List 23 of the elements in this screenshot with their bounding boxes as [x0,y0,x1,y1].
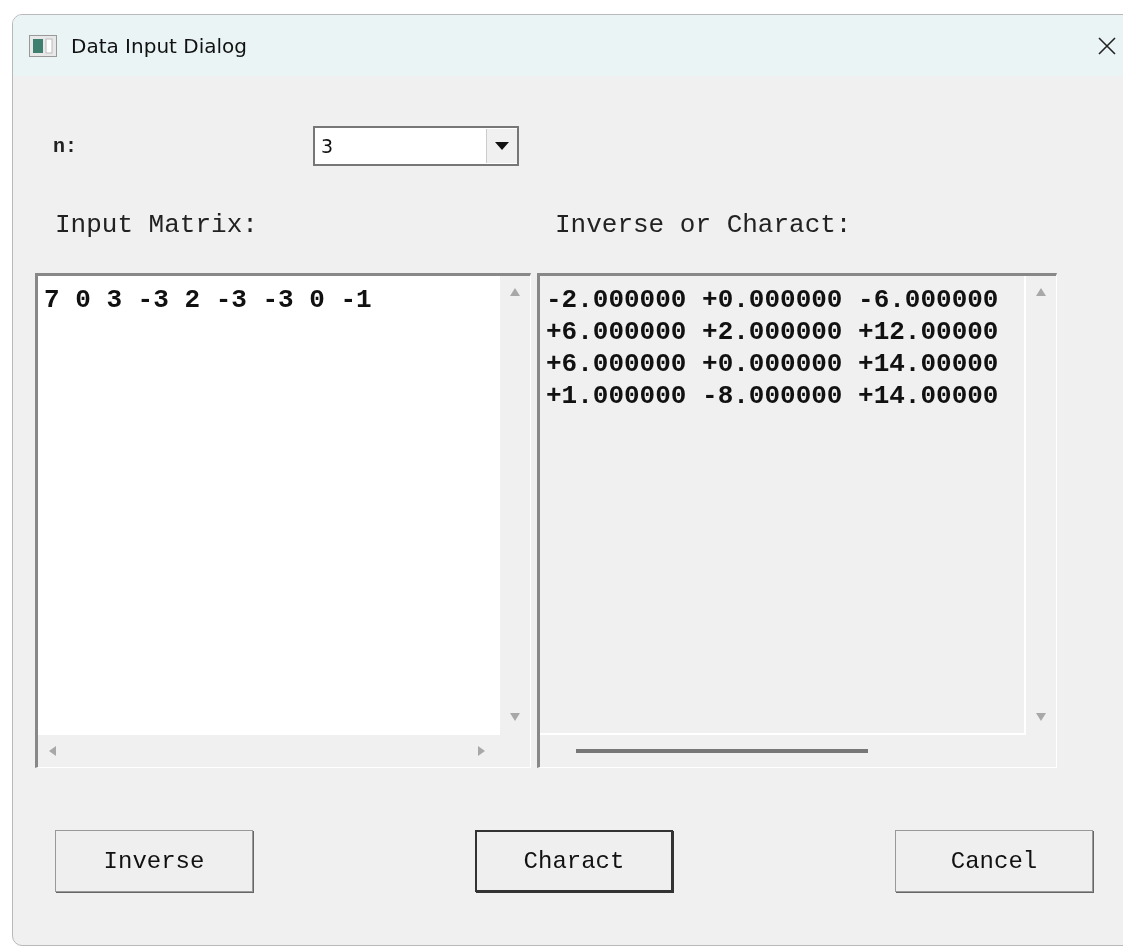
result-line: +6.000000 +2.000000 +12.00000 [546,316,1000,348]
dropdown-arrow-icon[interactable] [495,142,509,150]
n-dropdown[interactable]: 3 [313,126,519,166]
scroll-up-icon[interactable] [1034,286,1048,298]
input-matrix-label: Input Matrix: [55,210,258,240]
result-line: +1.000000 -8.000000 +14.00000 [546,380,1000,412]
close-icon[interactable] [1097,35,1117,56]
matrix-line: 7 0 3 -3 2 -3 -3 0 -1 [44,284,373,316]
dialog-button[interactable]: Cancel [895,830,1093,892]
app-icon [29,34,57,57]
scroll-up-icon[interactable] [508,286,522,298]
result-field[interactable]: -2.000000 +0.000000 -6.000000 +6.000000 +2.000000 +12.00000 +6.000000 +0.000000 +14.00000 +1.000000 -8.000000 +14.00000 [537,273,1057,768]
scroll-down-icon[interactable] [1034,711,1048,723]
dialog-button[interactable]: Inverse [55,830,253,892]
dialog-button[interactable]: Charact [475,830,673,892]
result-label: Inverse or Charact: [555,210,852,240]
result-line: +6.000000 +0.000000 +14.00000 [546,348,1000,380]
window-title: Data Input Dialog [71,33,248,58]
scrollbar-thumb[interactable] [576,749,868,753]
input-matrix-field[interactable]: 7 0 3 -3 2 -3 -3 0 -1 [35,273,531,768]
n-label: n: [52,134,78,158]
scroll-down-icon[interactable] [508,711,522,723]
result-line: -2.000000 +0.000000 -6.000000 [546,284,1000,316]
